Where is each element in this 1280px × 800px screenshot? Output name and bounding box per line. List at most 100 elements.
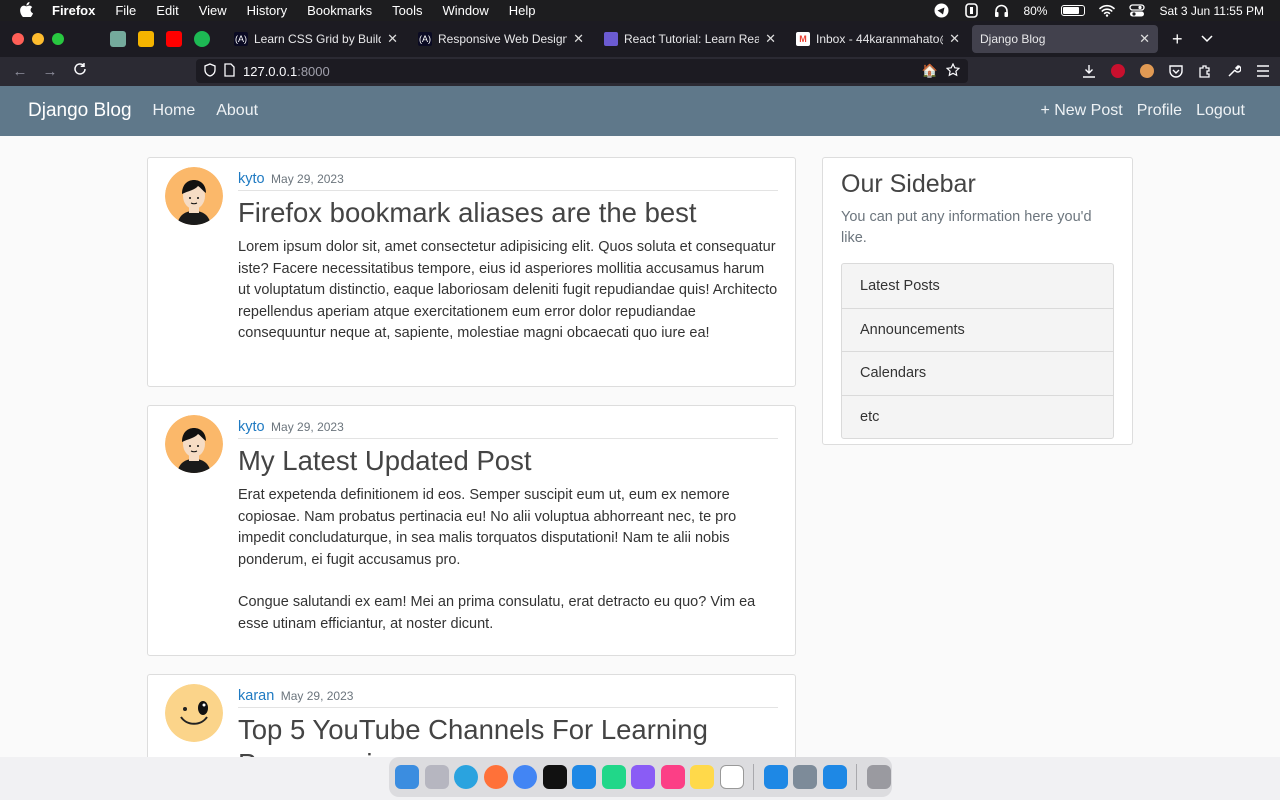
post-author-link[interactable]: karan (238, 688, 274, 704)
downloads-icon[interactable] (1082, 64, 1096, 78)
trash-icon[interactable] (866, 765, 891, 789)
browser-tab-strip: (A) Learn CSS Grid by Building a ✕ (A) R… (0, 21, 1280, 57)
dock-divider (856, 764, 857, 790)
home-extension-icon[interactable]: 🏠 (922, 63, 938, 79)
close-tab-icon[interactable]: ✕ (765, 31, 776, 47)
notes-icon[interactable] (690, 765, 714, 789)
sidebar-item-announcements[interactable]: Announcements (842, 307, 1113, 352)
extensions-puzzle-icon[interactable] (1198, 64, 1212, 78)
address-bar[interactable]: 127.0.0.1:8000 🏠 (196, 59, 968, 83)
nav-new-post-link[interactable]: + New Post (1040, 102, 1122, 120)
browser-toolbar: ← → 127.0.0.1:8000 🏠 (0, 57, 1280, 85)
zoom-window-button[interactable] (52, 33, 64, 45)
close-tab-icon[interactable]: ✕ (573, 31, 584, 47)
menu-window[interactable]: Window (443, 3, 489, 18)
close-tab-icon[interactable]: ✕ (1139, 31, 1150, 47)
launchpad-icon[interactable] (424, 765, 449, 789)
spotify-pinned-tab-icon[interactable] (194, 31, 210, 47)
menu-view[interactable]: View (199, 3, 227, 18)
control-center-icon[interactable] (1129, 4, 1146, 18)
author-avatar (165, 415, 223, 473)
telegram-icon[interactable] (454, 765, 478, 789)
url-host: 127.0.0.1 (243, 63, 298, 79)
minimize-window-button[interactable] (32, 33, 44, 45)
intellij-icon[interactable] (660, 765, 685, 789)
nav-profile-link[interactable]: Profile (1137, 102, 1182, 120)
post-title-link[interactable]: Firefox bookmark aliases are the best (238, 196, 778, 230)
close-tab-icon[interactable]: ✕ (387, 31, 398, 47)
shield-status-icon[interactable] (963, 3, 979, 18)
article-icon (604, 32, 618, 46)
youtube-pinned-tab-icon[interactable] (166, 31, 182, 47)
sidebar-item-etc[interactable]: etc (842, 394, 1113, 439)
site-brand-link[interactable]: Django Blog (28, 100, 132, 122)
preview-window-icon[interactable] (793, 765, 817, 789)
menu-tools[interactable]: Tools (392, 3, 422, 18)
menu-help[interactable]: Help (509, 3, 536, 18)
terminal-icon[interactable] (542, 765, 567, 789)
apple-menu-icon[interactable] (16, 1, 36, 20)
menu-history[interactable]: History (247, 3, 287, 18)
vscode-window-icon[interactable] (763, 765, 788, 789)
firefox-icon[interactable] (483, 765, 508, 789)
chatgpt-pinned-tab-icon[interactable] (110, 31, 126, 47)
hamburger-menu-icon[interactable] (1256, 64, 1270, 78)
vscode-window-icon[interactable] (822, 765, 847, 789)
tab-django-blog[interactable]: Django Blog ✕ (972, 25, 1158, 53)
sidebar-item-calendars[interactable]: Calendars (842, 351, 1113, 395)
menu-bookmarks[interactable]: Bookmarks (307, 3, 372, 18)
menu-file[interactable]: File (115, 3, 136, 18)
post-date: May 29, 2023 (280, 689, 354, 703)
datagrip-icon[interactable] (631, 765, 655, 789)
bookmark-star-icon[interactable] (945, 62, 961, 80)
battery-icon[interactable] (1061, 5, 1086, 16)
tracking-shield-icon[interactable] (204, 62, 216, 80)
tab-gmail-inbox[interactable]: M Inbox - 44karanmahato@gma ✕ (788, 25, 968, 53)
pocket-icon[interactable] (1169, 64, 1183, 78)
textedit-icon[interactable] (719, 765, 744, 789)
pinned-tabs (110, 31, 210, 47)
post-title-link[interactable]: Top 5 YouTube Channels For Learning Prog… (238, 713, 778, 757)
sidebar-item-latest-posts[interactable]: Latest Posts (842, 264, 1113, 308)
sidebar-card: Our Sidebar You can put any information … (822, 157, 1133, 445)
nav-about-link[interactable]: About (216, 102, 258, 120)
macos-dock (389, 757, 892, 797)
headphones-status-icon[interactable] (993, 4, 1009, 18)
window-controls (12, 33, 64, 45)
author-avatar (165, 684, 223, 742)
tab-react-tutorial[interactable]: React Tutorial: Learn React JS ✕ (596, 25, 784, 53)
post-author-link[interactable]: kyto (238, 171, 265, 187)
keep-pinned-tab-icon[interactable] (138, 31, 154, 47)
tab-list-chevron-icon[interactable] (1200, 32, 1213, 46)
tab-label: Responsive Web Design Certi (438, 32, 568, 46)
app-menu-firefox[interactable]: Firefox (52, 3, 95, 18)
post-body: kyto May 29, 2023 Firefox bookmark alias… (238, 158, 778, 344)
pycharm-icon[interactable] (601, 765, 626, 789)
nav-logout-link[interactable]: Logout (1196, 102, 1245, 120)
tab-label: Inbox - 44karanmahato@gma (816, 32, 943, 46)
tab-responsive-web-design[interactable]: (A) Responsive Web Design Certi ✕ (410, 25, 592, 53)
menu-edit[interactable]: Edit (156, 3, 178, 18)
chrome-icon[interactable] (513, 765, 537, 789)
back-arrow-icon[interactable]: ← (10, 63, 30, 80)
telegram-status-icon[interactable] (933, 3, 949, 18)
wifi-icon[interactable] (1099, 4, 1116, 18)
post-author-link[interactable]: kyto (238, 419, 265, 435)
close-window-button[interactable] (12, 33, 24, 45)
new-tab-icon[interactable]: + (1172, 29, 1183, 50)
post-meta: karan May 29, 2023 (238, 687, 778, 708)
post-title-link[interactable]: My Latest Updated Post (238, 444, 778, 478)
reload-icon[interactable] (70, 62, 90, 80)
close-tab-icon[interactable]: ✕ (949, 31, 960, 47)
post-date: May 29, 2023 (271, 420, 344, 434)
vscode-icon[interactable] (572, 765, 596, 789)
forward-arrow-icon[interactable]: → (40, 63, 60, 80)
wrench-icon[interactable] (1227, 64, 1242, 78)
page-info-icon[interactable] (224, 62, 235, 80)
tampermonkey-icon[interactable] (1140, 64, 1154, 78)
menubar-clock[interactable]: Sat 3 Jun 11:55 PM (1159, 4, 1264, 18)
ublock-origin-icon[interactable] (1111, 64, 1125, 78)
tab-css-grid[interactable]: (A) Learn CSS Grid by Building a ✕ (226, 25, 406, 53)
finder-icon[interactable] (395, 765, 419, 789)
nav-home-link[interactable]: Home (153, 102, 196, 120)
